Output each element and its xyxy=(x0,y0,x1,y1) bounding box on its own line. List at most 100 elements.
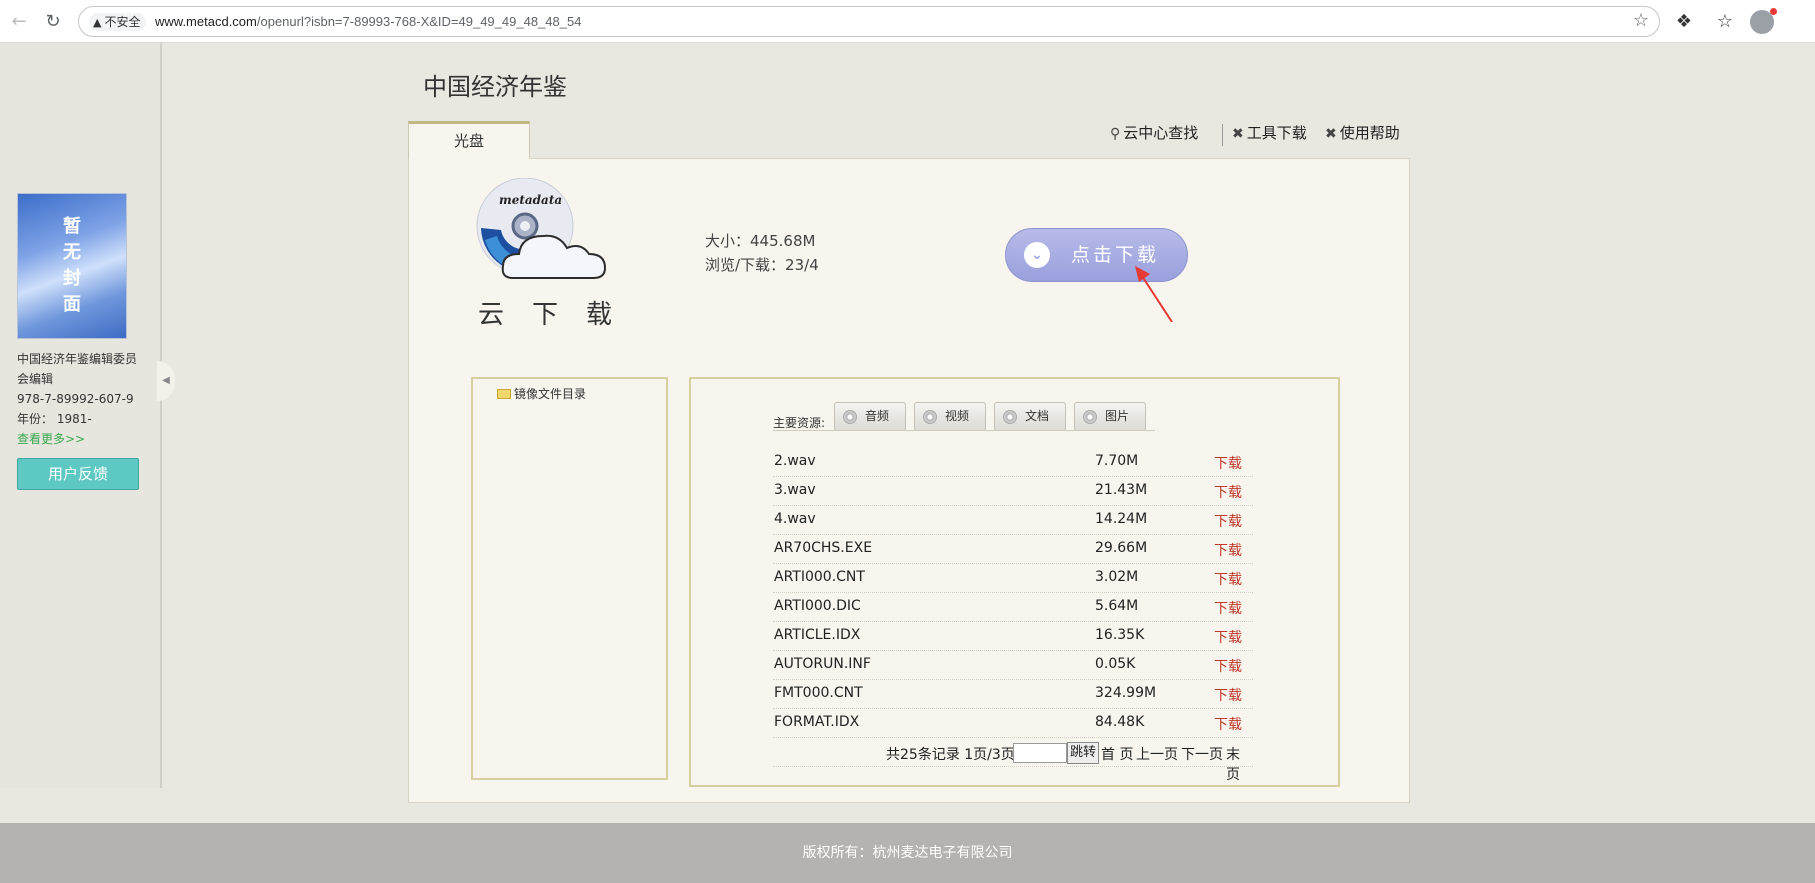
cloud-disc-logo-icon: metadata xyxy=(476,178,607,279)
resources-label: 主要资源: xyxy=(773,416,826,430)
resources-divider xyxy=(773,430,1155,431)
cloud-download-label: 云下载 xyxy=(478,300,641,330)
pagination: 共25条记录 1页/3页 跳转 首 页 上一页 下一页 末页 xyxy=(773,741,1253,783)
url-host: www.metacd.com xyxy=(155,14,257,29)
file-name: ARTICLE.IDX xyxy=(774,627,861,643)
file-size-cell: 0.05K xyxy=(1095,656,1136,672)
file-row: AR70CHS.EXE 29.66M 下载 xyxy=(773,535,1253,564)
help-label: 使用帮助 xyxy=(1339,124,1400,142)
prev-page-link[interactable]: 上一页 xyxy=(1136,744,1178,764)
tab-disc[interactable]: 光盘 xyxy=(408,121,530,159)
file-row: FMT000.CNT 324.99M 下载 xyxy=(773,680,1253,709)
file-download-link[interactable]: 下载 xyxy=(1214,482,1242,502)
page-number-input[interactable] xyxy=(1013,743,1067,763)
file-download-link[interactable]: 下载 xyxy=(1214,511,1242,531)
see-more-link[interactable]: 查看更多>> xyxy=(17,429,85,449)
directory-tree: 镜像文件目录 xyxy=(471,377,668,780)
tab-image[interactable]: 图片 xyxy=(1074,402,1146,430)
file-size-cell: 3.02M xyxy=(1095,569,1139,585)
file-download-link[interactable]: 下载 xyxy=(1214,714,1242,734)
file-size-cell: 324.99M xyxy=(1095,685,1157,701)
file-download-link[interactable]: 下载 xyxy=(1214,627,1242,647)
browser-toolbar: ← ↻ ▲ 不安全 www.metacd.com/openurl?isbn=7-8… xyxy=(0,0,1815,43)
extensions-icon[interactable]: ❖ xyxy=(1672,10,1696,34)
file-download-link[interactable]: 下载 xyxy=(1214,598,1242,618)
next-page-link[interactable]: 下一页 xyxy=(1181,744,1223,764)
file-size-cell: 16.35K xyxy=(1095,627,1145,643)
file-row: ARTICLE.IDX 16.35K 下载 xyxy=(773,622,1253,651)
file-size-cell: 7.70M xyxy=(1095,453,1139,469)
tab-document[interactable]: 文档 xyxy=(994,402,1066,430)
tab-document-label: 文档 xyxy=(1025,409,1050,423)
profile-avatar[interactable] xyxy=(1750,8,1777,34)
file-download-link[interactable]: 下载 xyxy=(1214,453,1242,473)
feedback-button[interactable]: 用户反馈 xyxy=(17,458,139,490)
file-row: FORMAT.IDX 84.48K 下载 xyxy=(773,709,1253,738)
file-name: FMT000.CNT xyxy=(774,685,863,701)
file-download-link[interactable]: 下载 xyxy=(1214,540,1242,560)
book-cover: 暂无封面 xyxy=(17,193,127,339)
file-row: AUTORUN.INF 0.05K 下载 xyxy=(773,651,1253,680)
file-size-cell: 21.43M xyxy=(1095,482,1148,498)
help-link[interactable]: ✖ 使用帮助 xyxy=(1325,122,1400,143)
search-icon: ⚲ xyxy=(1110,126,1121,142)
file-size-cell: 29.66M xyxy=(1095,540,1148,556)
logo-wordmark: metadata xyxy=(499,193,562,207)
file-download-link[interactable]: 下载 xyxy=(1214,569,1242,589)
file-size: 大小：445.68M xyxy=(705,232,816,250)
reload-icon[interactable]: ↻ xyxy=(42,11,64,33)
last-page-link[interactable]: 末页 xyxy=(1226,744,1253,784)
file-name: 4.wav xyxy=(774,511,816,527)
left-sidebar: 暂无封面 中国经济年鉴编辑委员会编辑 978-7-89992-607-9 年份：… xyxy=(0,43,175,788)
cover-placeholder-text: 暂无封面 xyxy=(63,216,81,315)
file-name: AUTORUN.INF xyxy=(774,656,871,672)
file-size-cell: 84.48K xyxy=(1095,714,1145,730)
favorites-icon[interactable]: ☆ xyxy=(1713,10,1737,34)
file-download-link[interactable]: 下载 xyxy=(1214,656,1242,676)
file-row: 2.wav 7.70M 下载 xyxy=(773,448,1253,477)
tab-audio-label: 音频 xyxy=(865,409,890,423)
file-row: 4.wav 14.24M 下载 xyxy=(773,506,1253,535)
tab-video[interactable]: 视频 xyxy=(914,402,986,430)
file-row: ARTI000.DIC 5.64M 下载 xyxy=(773,593,1253,622)
security-label: 不安全 xyxy=(104,15,141,29)
warning-icon: ▲ xyxy=(93,16,102,29)
tree-root-item[interactable]: 镜像文件目录 xyxy=(497,385,586,402)
address-bar[interactable]: ▲ 不安全 www.metacd.com/openurl?isbn=7-89993… xyxy=(78,6,1660,37)
page-title: 中国经济年鉴 xyxy=(423,73,567,101)
url-path: /openurl?isbn=7-89993-768-X&ID=49_49_49_… xyxy=(256,14,582,29)
file-row: ARTI000.CNT 3.02M 下载 xyxy=(773,564,1253,593)
file-download-link[interactable]: 下载 xyxy=(1214,685,1242,705)
pager-total: 共25条记录 1页/3页 xyxy=(886,747,1015,763)
disc-icon xyxy=(843,410,857,424)
url-text[interactable]: www.metacd.com/openurl?isbn=7-89993-768-… xyxy=(155,13,581,31)
back-arrow-icon[interactable]: ← xyxy=(8,11,30,33)
help-tools-icon: ✖ xyxy=(1325,126,1337,142)
book-year: 年份： 1981- xyxy=(17,412,92,426)
disc-icon xyxy=(923,410,937,424)
file-name: ARTI000.CNT xyxy=(774,569,865,585)
book-editor: 中国经济年鉴编辑委员会编辑 xyxy=(17,352,138,386)
cloud-search-link[interactable]: ⚲ 云中心查找 xyxy=(1110,122,1198,143)
bookmark-star-icon[interactable]: ☆ xyxy=(1633,10,1649,31)
tab-image-label: 图片 xyxy=(1105,409,1130,423)
tools-icon: ✖ xyxy=(1232,126,1244,142)
tool-download-link[interactable]: ✖ 工具下载 xyxy=(1232,122,1307,143)
cloud-search-label: 云中心查找 xyxy=(1123,124,1199,142)
file-size-cell: 5.64M xyxy=(1095,598,1139,614)
file-name: 2.wav xyxy=(774,453,816,469)
tab-audio[interactable]: 音频 xyxy=(834,402,906,430)
security-badge[interactable]: ▲ 不安全 xyxy=(89,13,147,31)
file-name: AR70CHS.EXE xyxy=(774,540,873,556)
file-name: ARTI000.DIC xyxy=(774,598,861,614)
file-size-cell: 14.24M xyxy=(1095,511,1148,527)
collapse-sidebar-icon[interactable]: ◀ xyxy=(157,361,175,401)
tree-root-label: 镜像文件目录 xyxy=(514,387,587,401)
disc-icon xyxy=(1003,410,1017,424)
first-page-link[interactable]: 首 页 xyxy=(1101,744,1133,764)
tab-video-label: 视频 xyxy=(945,409,970,423)
file-name: 3.wav xyxy=(774,482,816,498)
link-divider xyxy=(1222,124,1223,146)
folder-icon xyxy=(497,389,511,399)
jump-button[interactable]: 跳转 xyxy=(1067,742,1100,764)
